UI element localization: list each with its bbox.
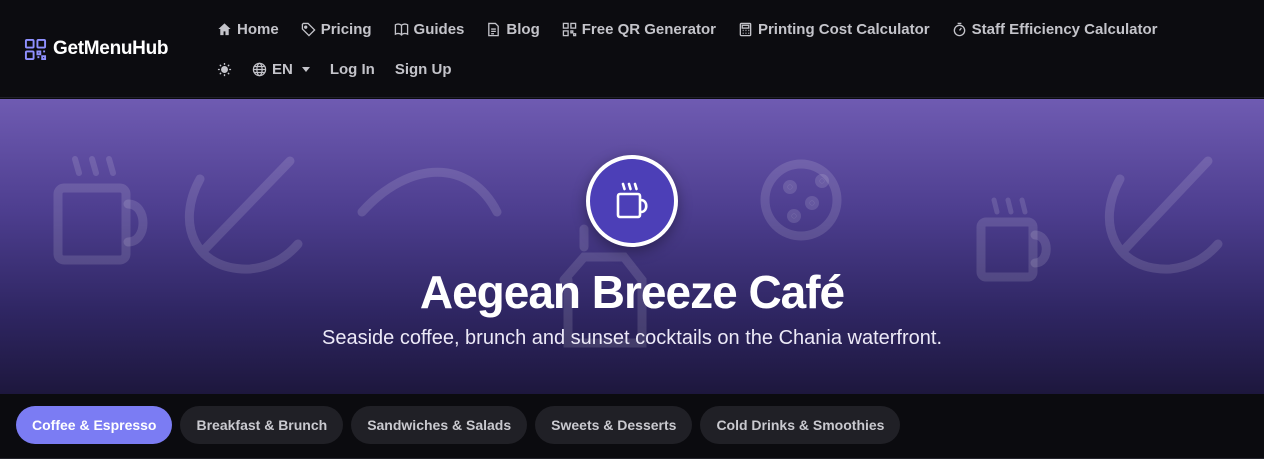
- top-navbar: GetMenuHub Home Pricing Guides Blog Free…: [0, 0, 1264, 98]
- nav-item-label: Guides: [413, 20, 465, 38]
- qr-code-icon: [562, 22, 576, 36]
- category-tab-row: Coffee & Espresso Breakfast & Brunch San…: [16, 406, 901, 444]
- restaurant-subtitle: Seaside coffee, brunch and sunset cockta…: [321, 327, 942, 349]
- nav-item-label: Blog: [506, 20, 540, 38]
- nav-item-label: Home: [237, 20, 279, 38]
- nav-item-pricing[interactable]: Pricing: [301, 21, 372, 38]
- nav-item-printing-calculator[interactable]: Printing Cost Calculator: [738, 21, 930, 38]
- nav-item-label: Printing Cost Calculator: [757, 20, 930, 38]
- whisk-icon: [184, 156, 303, 274]
- home-icon: [218, 22, 231, 35]
- restaurant-title: Aegean Breeze Café: [419, 266, 845, 318]
- primary-nav: Home Pricing Guides Blog Free QR Generat…: [217, 18, 1180, 40]
- language-select[interactable]: EN: [252, 61, 310, 78]
- tab-sandwiches-salads[interactable]: Sandwiches & Salads: [351, 406, 528, 444]
- plate-arc-icon: [357, 167, 502, 217]
- globe-icon: [252, 62, 267, 76]
- calculator-icon: [739, 22, 752, 36]
- brand-name: GetMenuHub: [53, 38, 169, 59]
- nav-item-label: Staff Efficiency Calculator: [971, 20, 1158, 38]
- signup-link[interactable]: Sign Up: [395, 61, 452, 78]
- tab-cold-drinks-smoothies[interactable]: Cold Drinks & Smoothies: [700, 406, 901, 444]
- book-icon: [394, 23, 408, 36]
- nav-item-guides[interactable]: Guides: [394, 20, 465, 38]
- nav-item-qr-generator[interactable]: Free QR Generator: [562, 21, 716, 38]
- whisk-icon: [1104, 156, 1223, 274]
- tab-coffee-espresso[interactable]: Coffee & Espresso: [16, 406, 173, 444]
- stopwatch-icon: [953, 22, 965, 36]
- category-tabs: Coffee & Espresso Breakfast & Brunch San…: [0, 394, 1264, 459]
- tag-icon: [301, 22, 316, 37]
- brand-logo[interactable]: GetMenuHub: [24, 36, 169, 62]
- nav-item-label: Free QR Generator: [581, 20, 716, 38]
- tab-sweets-desserts[interactable]: Sweets & Desserts: [535, 406, 693, 444]
- theme-toggle-button[interactable]: [217, 62, 232, 77]
- coffee-cup-icon: [616, 182, 648, 219]
- secondary-nav: EN Log In Sign Up: [217, 58, 472, 80]
- hero-banner: Aegean Breeze Café Seaside coffee, brunc…: [0, 99, 1264, 394]
- nav-item-blog[interactable]: Blog: [486, 20, 540, 38]
- hero-badge: [586, 155, 678, 247]
- document-icon: [488, 22, 500, 36]
- qr-code-icon: [24, 38, 47, 60]
- login-link[interactable]: Log In: [330, 61, 375, 78]
- chevron-down-icon: [301, 66, 310, 72]
- nav-item-staff-calculator[interactable]: Staff Efficiency Calculator: [952, 21, 1158, 38]
- coffee-cup-icon: [53, 156, 148, 265]
- cookie-icon: [760, 159, 842, 241]
- sun-icon: [217, 62, 232, 76]
- nav-item-label: Pricing: [320, 20, 372, 38]
- language-label: EN: [272, 60, 293, 78]
- nav-item-home[interactable]: Home: [217, 21, 279, 38]
- tab-breakfast-brunch[interactable]: Breakfast & Brunch: [180, 406, 344, 444]
